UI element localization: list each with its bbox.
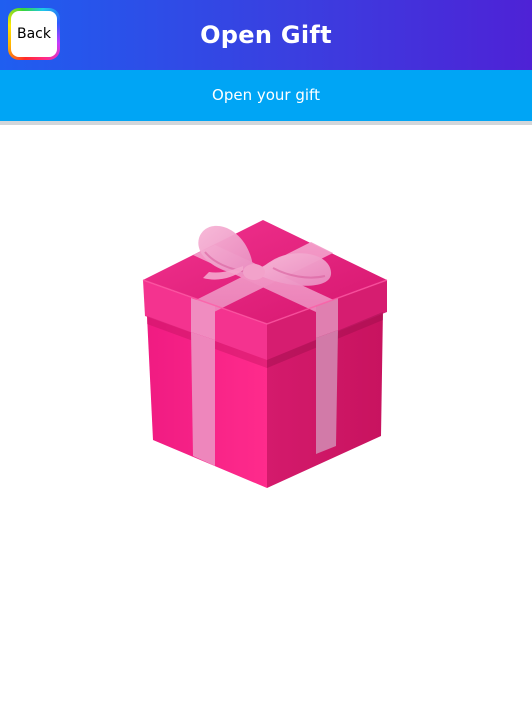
header-bar: Open Gift Back xyxy=(0,0,532,70)
subtitle-divider xyxy=(0,121,532,125)
page-title: Open Gift xyxy=(200,21,332,49)
subtitle-bar: Open your gift xyxy=(0,70,532,121)
back-button-label: Back xyxy=(11,11,57,57)
app-screen: Open Gift Back Open your gift xyxy=(0,0,532,710)
gift-box-icon[interactable] xyxy=(133,208,397,496)
back-button[interactable]: Back xyxy=(8,8,60,60)
